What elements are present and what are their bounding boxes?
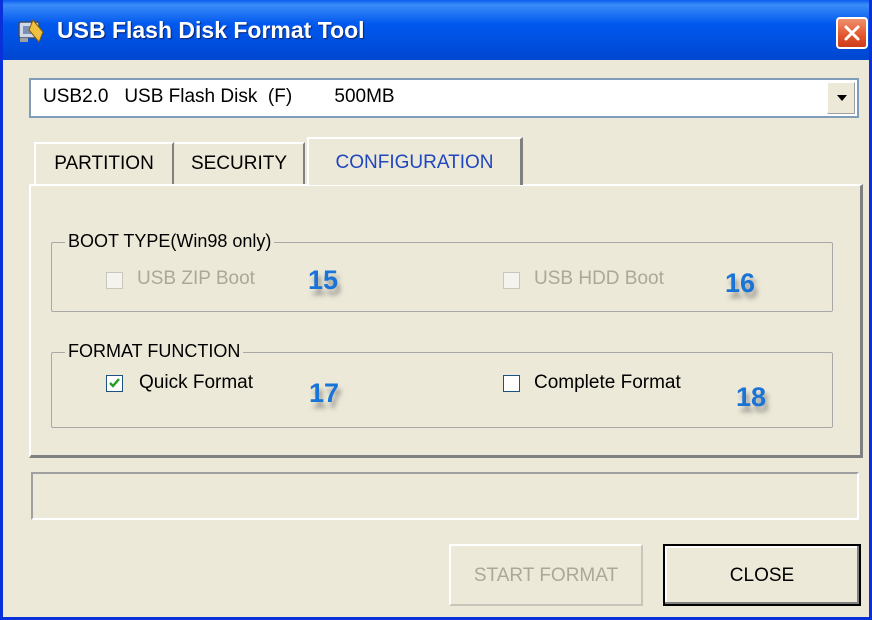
quick-format-label: Quick Format <box>139 372 254 393</box>
chevron-down-icon <box>837 95 847 101</box>
usb-hdd-boot-checkbox[interactable] <box>503 272 520 289</box>
usb-zip-boot-checkbox[interactable] <box>106 272 123 289</box>
format-tool-window: USB Flash Disk Format Tool USB2.0 USB Fl… <box>0 0 872 620</box>
title-bar[interactable]: USB Flash Disk Format Tool <box>3 0 869 60</box>
close-window-button[interactable] <box>836 17 868 49</box>
tab-configuration-label: CONFIGURATION <box>335 152 494 173</box>
tab-partition[interactable]: PARTITION <box>34 142 174 184</box>
close-button-label: CLOSE <box>729 565 795 586</box>
complete-format-checkbox[interactable] <box>503 375 520 392</box>
device-select-arrow[interactable] <box>827 82 855 114</box>
usb-tool-icon <box>17 18 45 44</box>
device-select[interactable]: USB2.0 USB Flash Disk (F) 500MB <box>29 78 859 118</box>
tab-security-label: SECURITY <box>190 153 288 174</box>
marker-15: 15 <box>308 265 339 295</box>
boot-type-label: BOOT TYPE(Win98 only) <box>65 231 275 252</box>
checkmark-icon <box>109 378 120 388</box>
close-button[interactable]: CLOSE <box>663 544 861 606</box>
marker-17: 17 <box>309 378 340 408</box>
tab-security[interactable]: SECURITY <box>175 142 305 184</box>
format-function-label: FORMAT FUNCTION <box>65 341 244 362</box>
tab-partition-label: PARTITION <box>54 153 154 174</box>
device-select-value: USB2.0 USB Flash Disk (F) 500MB <box>43 86 395 107</box>
start-format-label: START FORMAT <box>473 565 619 586</box>
start-format-button[interactable]: START FORMAT <box>449 544 643 606</box>
marker-16: 16 <box>725 268 756 298</box>
usb-zip-boot-label: USB ZIP Boot <box>137 268 255 289</box>
quick-format-checkbox[interactable] <box>106 375 123 392</box>
usb-hdd-boot-label: USB HDD Boot <box>534 268 664 289</box>
close-icon <box>844 25 860 41</box>
complete-format-label: Complete Format <box>534 372 681 393</box>
window-title: USB Flash Disk Format Tool <box>57 17 365 43</box>
status-bar <box>31 472 859 520</box>
tab-configuration[interactable]: CONFIGURATION <box>307 137 523 185</box>
marker-18: 18 <box>736 382 767 412</box>
